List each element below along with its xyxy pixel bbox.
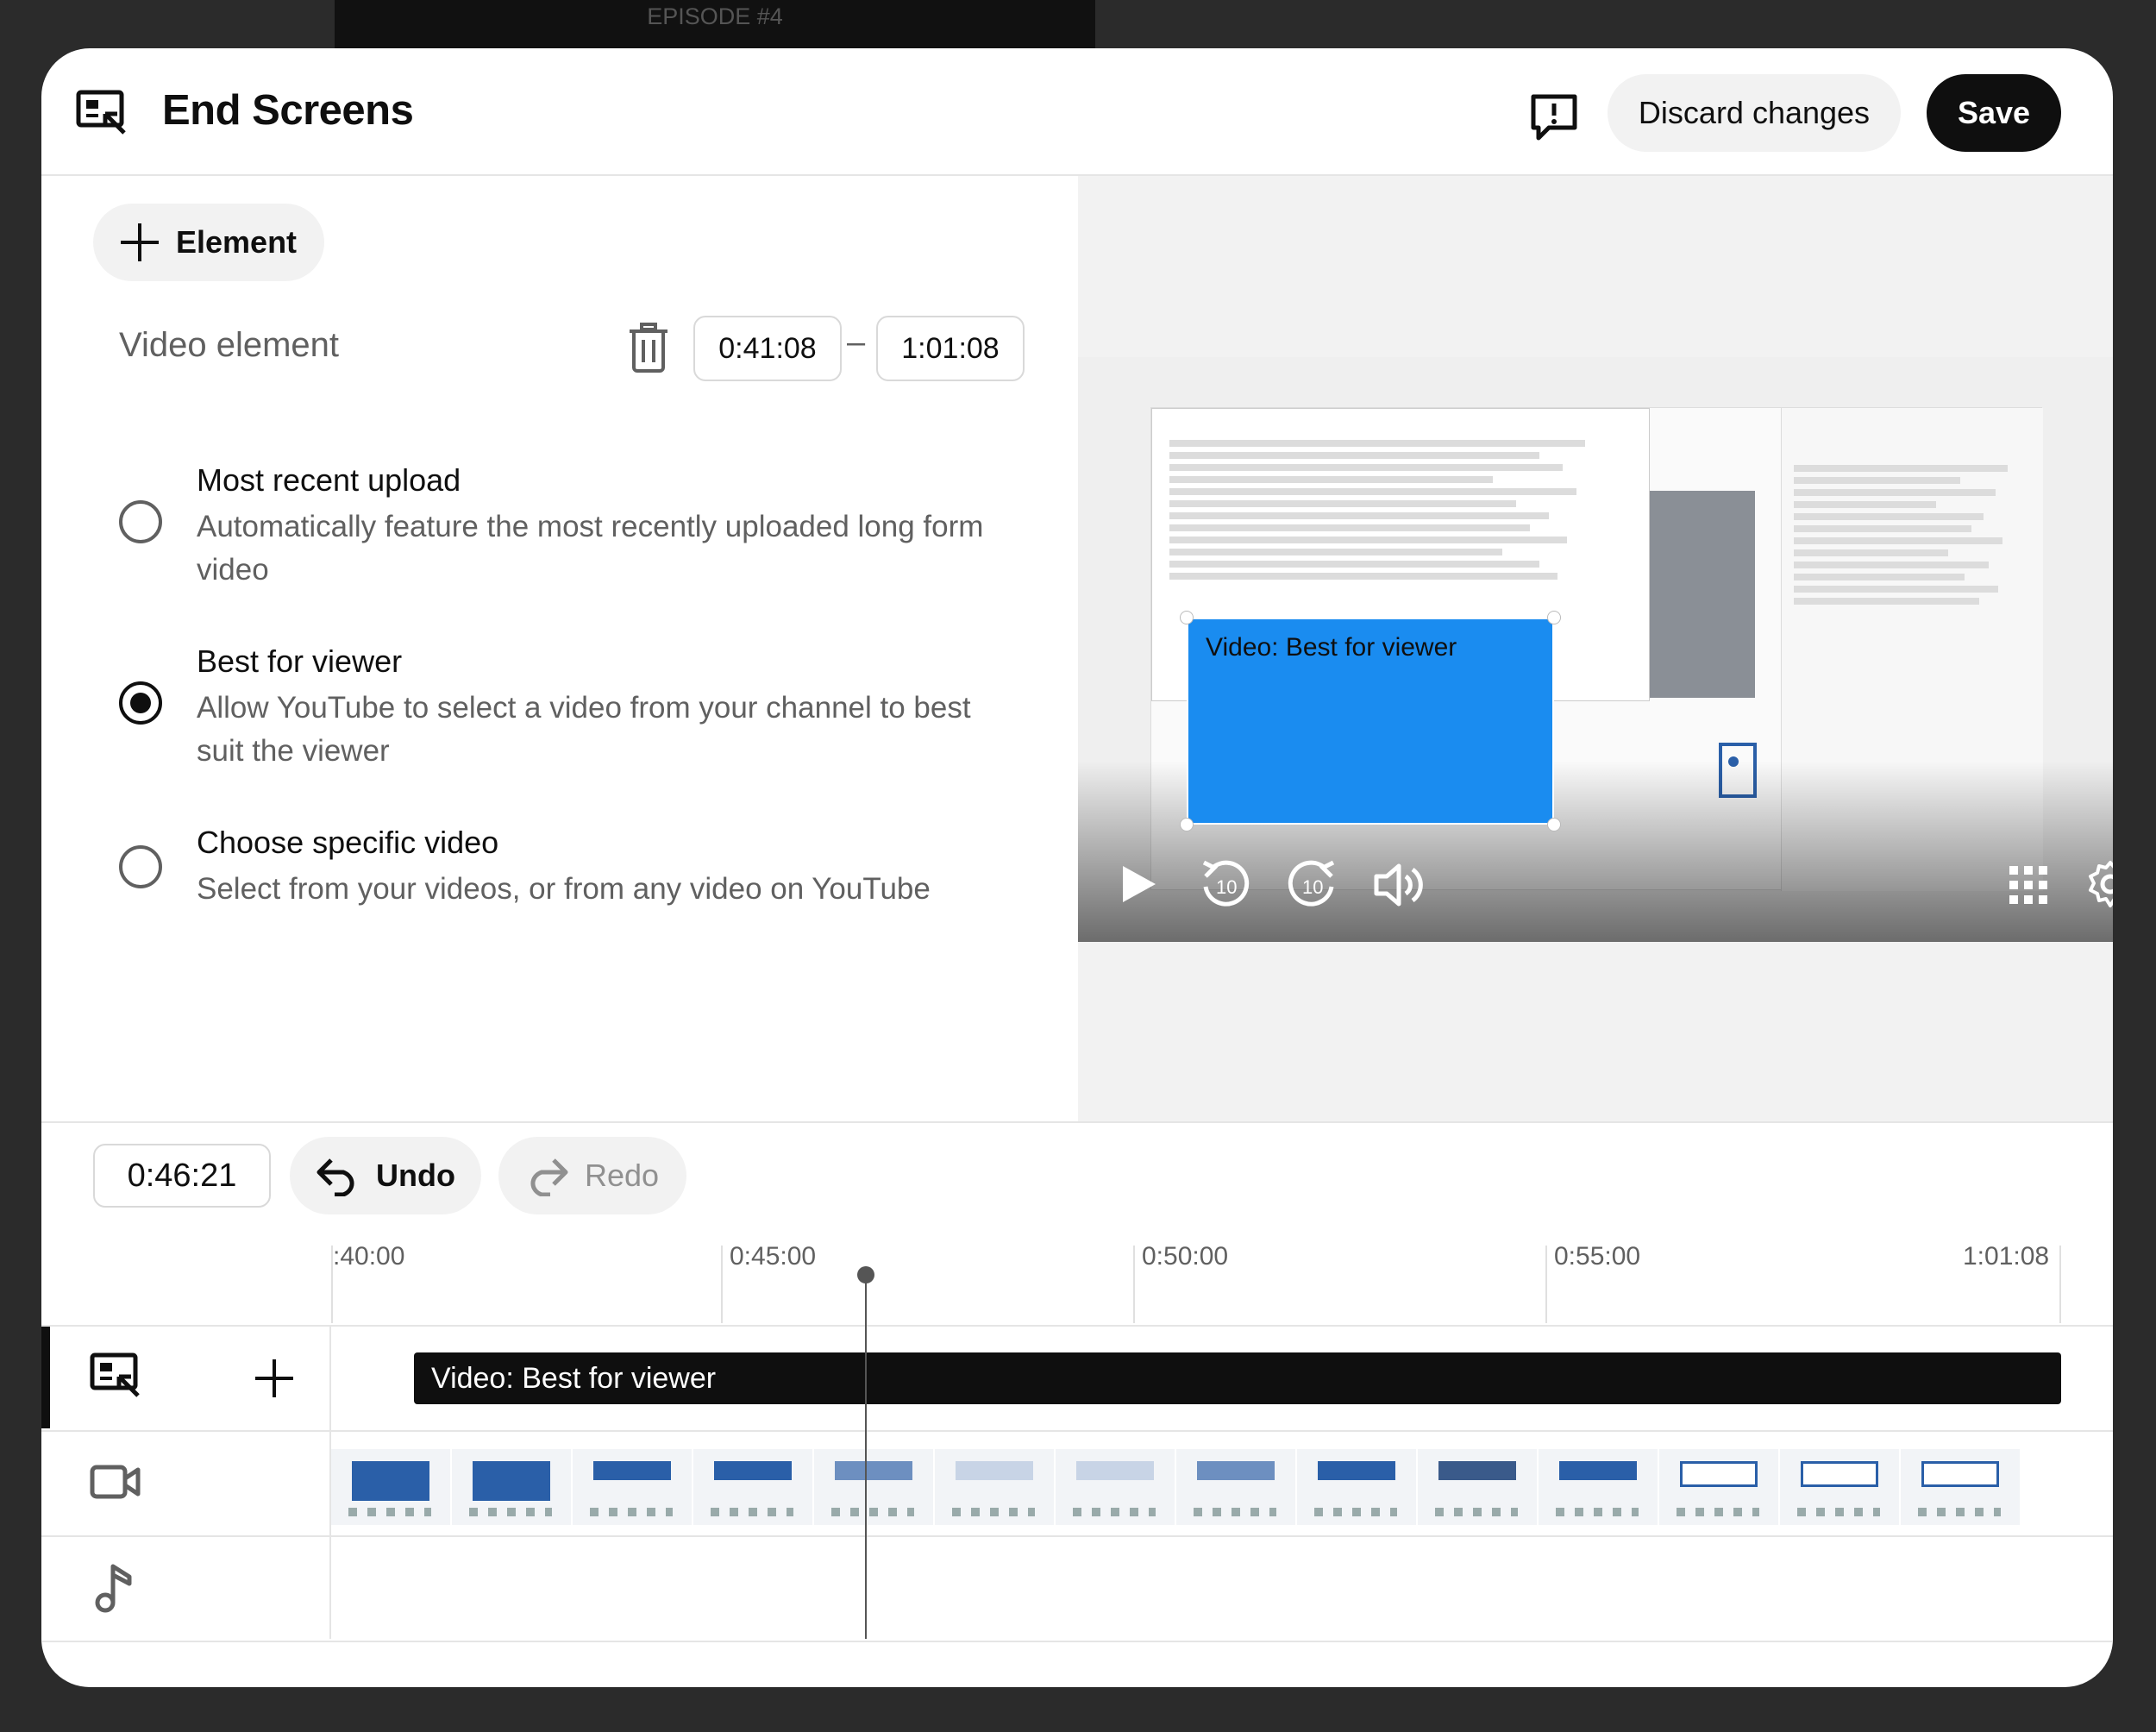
play-icon[interactable] — [1119, 863, 1159, 906]
option-title: Best for viewer — [197, 643, 403, 679]
radio-choose-specific-video[interactable] — [119, 845, 162, 888]
plus-icon — [121, 223, 159, 261]
add-element-label: Element — [176, 224, 298, 260]
track-divider — [41, 1430, 2113, 1432]
filmstrip-frame — [1539, 1449, 1658, 1525]
product-image — [1650, 491, 1755, 698]
option-choose-specific-video[interactable]: Choose specific video Select from your v… — [119, 825, 1068, 911]
resize-handle-top-left[interactable] — [1180, 611, 1194, 624]
redo-button[interactable]: Redo — [498, 1137, 686, 1214]
episode-label: EPISODE #4 — [647, 3, 783, 29]
rewind-10-icon[interactable]: 10 — [1199, 857, 1252, 911]
timeline-divider — [41, 1121, 2113, 1123]
ruler-label: 0:55:00 — [1554, 1242, 1641, 1271]
music-note-icon — [95, 1564, 132, 1613]
radio-best-for-viewer[interactable] — [119, 681, 162, 725]
page-title: End Screens — [162, 87, 414, 134]
resize-handle-bottom-right[interactable] — [1547, 818, 1561, 831]
background-video-title: EPISODE #4 — [335, 0, 1095, 48]
time-range-dash: – — [847, 324, 866, 361]
filmstrip-frame — [452, 1449, 571, 1525]
ruler-tick — [1133, 1246, 1135, 1323]
end-screen-element-label: Video: Best for viewer — [1206, 633, 1457, 662]
filmstrip-frame — [1176, 1449, 1295, 1525]
filmstrip-frame — [573, 1449, 692, 1525]
dialog-header: End Screens Discard changes Save — [41, 48, 2113, 176]
ruler-label: 0:45:00 — [730, 1242, 817, 1271]
end-time-input[interactable]: 1:01:08 — [876, 316, 1025, 381]
svg-text:10: 10 — [1216, 876, 1237, 898]
start-time-input[interactable]: 0:41:08 — [693, 316, 842, 381]
playhead-handle[interactable] — [857, 1266, 874, 1283]
option-description: Allow YouTube to select a video from you… — [197, 691, 971, 768]
filmstrip-frame — [1297, 1449, 1416, 1525]
current-time-input[interactable]: 0:46:21 — [93, 1144, 271, 1208]
filmstrip-frame — [814, 1449, 933, 1525]
feedback-icon[interactable] — [1528, 91, 1580, 143]
filmstrip-frame — [1659, 1449, 1778, 1525]
filmstrip-frame — [331, 1449, 450, 1525]
track-divider — [41, 1325, 2113, 1327]
settings-gear-icon[interactable] — [2085, 859, 2113, 909]
track-divider — [41, 1535, 2113, 1537]
undo-button[interactable]: Undo — [290, 1137, 481, 1214]
ruler-tick — [1545, 1246, 1547, 1323]
svg-text:10: 10 — [1302, 876, 1323, 898]
end-screens-dialog: End Screens Discard changes Save Element… — [41, 48, 2113, 1687]
filmstrip-frame — [1901, 1449, 2020, 1525]
forward-10-icon[interactable]: 10 — [1285, 857, 1338, 911]
ruler-tick — [2059, 1246, 2061, 1323]
end-screen-icon — [76, 90, 126, 135]
option-description: Select from your videos, or from any vid… — [197, 872, 931, 906]
redo-icon — [530, 1158, 568, 1196]
option-best-for-viewer[interactable]: Best for viewer Allow YouTube to select … — [119, 643, 1068, 768]
filmstrip-frame — [1418, 1449, 1537, 1525]
discard-changes-button[interactable]: Discard changes — [1608, 74, 1901, 152]
option-title: Most recent upload — [197, 462, 461, 498]
add-element-button[interactable]: Element — [93, 204, 324, 281]
save-button[interactable]: Save — [1927, 74, 2061, 152]
radio-most-recent-upload[interactable] — [119, 500, 162, 543]
playhead-line[interactable] — [865, 1273, 867, 1639]
end-screen-timeline-block[interactable]: Video: Best for viewer — [414, 1352, 2061, 1404]
filmstrip-frame — [1780, 1449, 1899, 1525]
ruler-tick — [721, 1246, 723, 1323]
add-track-element-plus-icon[interactable] — [254, 1358, 295, 1399]
volume-icon[interactable] — [1373, 861, 1426, 909]
filmstrip-frame — [935, 1449, 1054, 1525]
track-divider — [41, 1641, 2113, 1642]
filmstrip-frame — [693, 1449, 812, 1525]
filmstrip-frame — [1056, 1449, 1175, 1525]
end-screen-element-overlay[interactable]: Video: Best for viewer — [1187, 618, 1554, 825]
end-screen-block-label: Video: Best for viewer — [431, 1361, 717, 1395]
redo-label: Redo — [585, 1158, 660, 1193]
trash-icon[interactable] — [628, 323, 669, 373]
resize-handle-top-right[interactable] — [1547, 611, 1561, 624]
end-screen-track-icon — [90, 1352, 140, 1397]
element-type-label: Video element — [119, 326, 339, 364]
option-most-recent-upload[interactable]: Most recent upload Automatically feature… — [119, 462, 1068, 587]
ruler-label: 0:50:00 — [1142, 1242, 1229, 1271]
video-camera-icon — [90, 1465, 141, 1499]
ruler-label: :40:00 — [333, 1242, 405, 1271]
end-screen-grid-icon[interactable] — [2008, 864, 2049, 906]
option-description: Automatically feature the most recently … — [197, 510, 984, 587]
video-filmstrip — [331, 1449, 2061, 1525]
undo-icon — [317, 1158, 354, 1196]
active-track-indicator — [41, 1327, 50, 1428]
ruler-label: 1:01:08 — [1963, 1242, 2050, 1271]
undo-label: Undo — [376, 1158, 455, 1193]
resize-handle-bottom-left[interactable] — [1180, 818, 1194, 831]
option-title: Choose specific video — [197, 825, 499, 860]
